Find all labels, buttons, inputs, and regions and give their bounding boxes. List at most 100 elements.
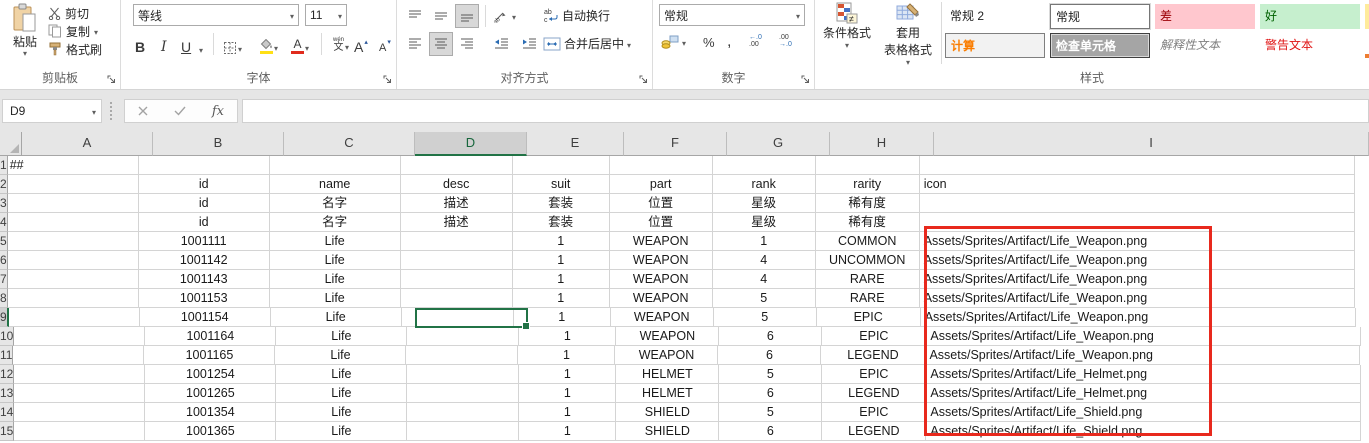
cell-F7[interactable]: WEAPON (610, 270, 713, 289)
cell-H4[interactable]: 稀有度 (816, 213, 920, 232)
cell-H9[interactable]: EPIC (817, 308, 921, 327)
cell-D2[interactable]: desc (401, 175, 513, 194)
font-size-select[interactable]: 11 (305, 4, 347, 26)
row-header-11[interactable]: 11 (0, 346, 13, 365)
name-box[interactable]: D9 (2, 99, 102, 123)
cell-I6[interactable]: Assets/Sprites/Artifact/Life_Weapon.png (920, 251, 1355, 270)
orientation-button[interactable]: ab (493, 8, 516, 23)
cell-A1[interactable]: ## (8, 156, 139, 175)
cell-C6[interactable]: Life (270, 251, 401, 270)
decrease-indent-button[interactable] (489, 32, 513, 56)
cell-B8[interactable]: 1001153 (139, 289, 270, 308)
cell-F2[interactable]: part (610, 175, 713, 194)
cell-G2[interactable]: rank (713, 175, 816, 194)
cell-E6[interactable]: 1 (513, 251, 610, 270)
row-header-5[interactable]: 5 (0, 232, 8, 251)
align-middle-button[interactable] (429, 4, 453, 28)
cell-A12[interactable] (14, 365, 145, 384)
cell-H15[interactable]: LEGEND (822, 422, 926, 441)
cell-A4[interactable] (8, 213, 139, 232)
cell-A13[interactable] (14, 384, 145, 403)
cell-C3[interactable]: 名字 (270, 194, 401, 213)
column-header-B[interactable]: B (153, 132, 284, 156)
cell-E15[interactable]: 1 (519, 422, 616, 441)
cell-D11[interactable] (406, 346, 518, 365)
cell-G6[interactable]: 4 (713, 251, 816, 270)
cell-G14[interactable]: 5 (719, 403, 822, 422)
cell-C14[interactable]: Life (276, 403, 407, 422)
column-header-C[interactable]: C (284, 132, 415, 156)
column-header-A[interactable]: A (22, 132, 153, 156)
percent-style-button[interactable]: % (703, 35, 715, 50)
accounting-format-button[interactable] (661, 34, 686, 49)
cell-style-good[interactable]: 好 (1260, 4, 1360, 29)
row-header-7[interactable]: 7 (0, 270, 8, 289)
column-header-D[interactable]: D (415, 132, 527, 156)
cell-B2[interactable]: id (139, 175, 270, 194)
cell-G9[interactable]: 5 (714, 308, 817, 327)
fill-color-button[interactable] (259, 32, 278, 55)
row-header-3[interactable]: 3 (0, 194, 8, 213)
cell-D10[interactable] (407, 327, 519, 346)
cell-E9[interactable]: 1 (514, 308, 611, 327)
cell-H6[interactable]: UNCOMMON (816, 251, 920, 270)
clipboard-dialog-launcher-icon[interactable] (107, 75, 117, 85)
cell-D14[interactable] (407, 403, 519, 422)
cell-F3[interactable]: 位置 (610, 194, 713, 213)
cell-D6[interactable] (401, 251, 513, 270)
cell-A10[interactable] (14, 327, 145, 346)
cell-G13[interactable]: 6 (719, 384, 822, 403)
cell-G4[interactable]: 星级 (713, 213, 816, 232)
cell-style-bad[interactable]: 差 (1155, 4, 1255, 29)
cell-A8[interactable] (8, 289, 139, 308)
merge-center-button[interactable]: 合并后居中 (543, 35, 631, 52)
cell-C5[interactable]: Life (270, 232, 401, 251)
cell-D3[interactable]: 描述 (401, 194, 513, 213)
format-as-table-button[interactable]: 套用 表格格式 (877, 2, 939, 66)
cell-G5[interactable]: 1 (713, 232, 816, 251)
row-header-15[interactable]: 15 (0, 422, 14, 441)
cell-F1[interactable] (610, 156, 713, 175)
cell-E2[interactable]: suit (513, 175, 610, 194)
cell-I7[interactable]: Assets/Sprites/Artifact/Life_Weapon.png (920, 270, 1355, 289)
cell-C4[interactable]: 名字 (270, 213, 401, 232)
cell-A5[interactable] (8, 232, 139, 251)
cell-A11[interactable] (13, 346, 144, 365)
cell-H3[interactable]: 稀有度 (816, 194, 920, 213)
cell-D7[interactable] (401, 270, 513, 289)
cell-B1[interactable] (139, 156, 270, 175)
row-header-10[interactable]: 10 (0, 327, 14, 346)
cell-style-check[interactable]: 检查单元格 (1050, 33, 1150, 58)
cell-B7[interactable]: 1001143 (139, 270, 270, 289)
cell-I4[interactable] (920, 213, 1355, 232)
alignment-dialog-launcher-icon[interactable] (639, 75, 649, 85)
font-name-select[interactable]: 等线 (133, 4, 299, 26)
cell-G12[interactable]: 5 (719, 365, 822, 384)
copy-button[interactable]: 复制 (48, 22, 98, 40)
align-left-button[interactable] (403, 32, 427, 56)
paste-button[interactable]: 粘贴 (4, 3, 46, 67)
column-header-I[interactable]: I (934, 132, 1369, 156)
cell-style-normal2[interactable]: 常规 2 (945, 4, 1045, 29)
row-header-6[interactable]: 6 (0, 251, 8, 270)
cell-I1[interactable] (920, 156, 1355, 175)
cell-style-calc[interactable]: 计算 (945, 33, 1045, 58)
cell-style-warn[interactable]: 警告文本 (1260, 33, 1360, 58)
cell-D8[interactable] (401, 289, 513, 308)
cell-H14[interactable]: EPIC (822, 403, 926, 422)
cell-D9[interactable] (402, 308, 514, 327)
select-all-corner[interactable] (0, 132, 22, 156)
row-header-2[interactable]: 2 (0, 175, 8, 194)
cell-B11[interactable]: 1001165 (144, 346, 275, 365)
decrease-decimal-button[interactable]: .00 →.0 (779, 34, 792, 48)
cell-I10[interactable]: Assets/Sprites/Artifact/Life_Weapon.png (926, 327, 1361, 346)
cell-D13[interactable] (407, 384, 519, 403)
cell-A2[interactable] (8, 175, 139, 194)
cell-F12[interactable]: HELMET (616, 365, 719, 384)
cell-G7[interactable]: 4 (713, 270, 816, 289)
cell-E5[interactable]: 1 (513, 232, 610, 251)
column-header-H[interactable]: H (830, 132, 934, 156)
shrink-font-button[interactable]: A (379, 32, 391, 55)
row-header-8[interactable]: 8 (0, 289, 8, 308)
cell-F8[interactable]: WEAPON (610, 289, 713, 308)
